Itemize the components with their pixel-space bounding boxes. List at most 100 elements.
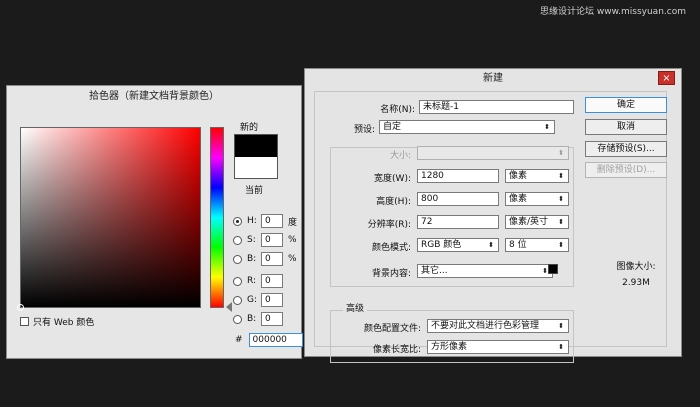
- background-color-swatch[interactable]: [548, 264, 558, 274]
- advanced-label: 高级: [343, 301, 368, 314]
- pixel-aspect-select[interactable]: 方形像素 ⬍: [427, 340, 569, 354]
- height-unit-select[interactable]: 像素 ⬍: [505, 192, 569, 206]
- background-select[interactable]: 其它... ⬍: [417, 264, 553, 278]
- blue-label: B:: [247, 314, 257, 324]
- red-label: R:: [247, 276, 257, 286]
- saturation-radio[interactable]: [233, 235, 242, 245]
- red-field-row: R: 0: [233, 274, 283, 288]
- bit-depth-value: 8 位: [509, 240, 527, 250]
- newdoc-title: 新建: [483, 73, 503, 84]
- chevron-down-icon: ⬍: [558, 195, 564, 203]
- image-size-label: 图像大小:: [616, 262, 656, 272]
- pixel-aspect-label: 像素长宽比:: [372, 345, 421, 355]
- chevron-down-icon: ⬍: [558, 149, 564, 157]
- saturation-input[interactable]: 0: [261, 233, 283, 247]
- resolution-label: 分辨率(R):: [367, 220, 411, 230]
- name-label: 名称(N):: [380, 105, 415, 115]
- current-color-label: 当前: [245, 186, 264, 196]
- image-size-group: 大小: ⬍ 宽度(W): 1280 像素 ⬍ 高度(H): 800 像素 ⬍ 分…: [330, 146, 574, 287]
- web-colors-option[interactable]: 只有 Web 颜色: [20, 315, 94, 328]
- height-input[interactable]: 800: [417, 192, 499, 206]
- hue-unit: 度: [288, 217, 298, 228]
- brightness-field-row: B: 0 %: [233, 252, 297, 266]
- green-radio[interactable]: [233, 295, 242, 305]
- color-picker-dialog: 拾色器（新建文档背景颜色） 只有 Web 颜色 新的 当前 H: 0 度 S: …: [6, 85, 303, 359]
- saturation-label: S:: [247, 235, 256, 245]
- chevron-down-icon: ⬍: [558, 172, 564, 180]
- background-label: 背景内容:: [371, 269, 411, 279]
- saturation-unit: %: [288, 235, 297, 245]
- web-colors-label: 只有 Web 颜色: [33, 318, 95, 328]
- image-size-value: 2.93M: [622, 278, 650, 288]
- red-input[interactable]: 0: [261, 274, 283, 288]
- color-swatch: [234, 134, 278, 179]
- color-mode-label: 颜色模式:: [371, 243, 411, 253]
- brightness-radio[interactable]: [233, 254, 242, 264]
- new-color-label: 新的: [240, 123, 259, 133]
- save-preset-button[interactable]: 存储预设(S)...: [585, 141, 667, 157]
- chevron-down-icon: ⬍: [544, 123, 550, 131]
- chevron-down-icon: ⬍: [558, 322, 564, 330]
- width-unit-value: 像素: [509, 171, 528, 181]
- preset-value: 自定: [383, 122, 402, 132]
- current-color-preview[interactable]: [235, 156, 277, 178]
- preset-select[interactable]: 自定 ⬍: [379, 120, 555, 134]
- background-value: 其它...: [421, 266, 448, 276]
- green-label: G:: [247, 295, 258, 305]
- color-selector-marker[interactable]: [17, 304, 24, 311]
- image-size-info: 图像大小: 2.93M: [601, 259, 671, 288]
- brightness-unit: %: [288, 254, 297, 264]
- chevron-down-icon: ⬍: [558, 241, 564, 249]
- hue-radio[interactable]: [233, 216, 242, 226]
- brightness-input[interactable]: 0: [261, 252, 283, 266]
- saturation-field-row: S: 0 %: [233, 233, 297, 247]
- new-document-dialog: 新建 × 名称(N): 未标题-1 预设: 自定 ⬍ 大小: ⬍ 宽度(W): …: [304, 68, 682, 363]
- width-unit-select[interactable]: 像素 ⬍: [505, 169, 569, 183]
- new-color-preview: [235, 135, 277, 157]
- chevron-down-icon: ⬍: [558, 343, 564, 351]
- chevron-down-icon: ⬍: [488, 241, 494, 249]
- color-mode-select[interactable]: RGB 颜色 ⬍: [417, 238, 499, 252]
- ok-button[interactable]: 确定: [585, 97, 667, 113]
- blue-input[interactable]: 0: [261, 312, 283, 326]
- cancel-button[interactable]: 取消: [585, 119, 667, 135]
- width-label: 宽度(W):: [374, 174, 411, 184]
- green-field-row: G: 0: [233, 293, 283, 307]
- bit-depth-select[interactable]: 8 位 ⬍: [505, 238, 569, 252]
- resolution-unit-value: 像素/英寸: [509, 217, 549, 227]
- size-select: ⬍: [417, 146, 569, 160]
- web-colors-checkbox[interactable]: [20, 317, 29, 326]
- green-input[interactable]: 0: [261, 293, 283, 307]
- hue-slider-handle[interactable]: [226, 302, 232, 312]
- color-profile-value: 不要对此文档进行色彩管理: [431, 321, 540, 331]
- close-icon[interactable]: ×: [658, 71, 675, 85]
- height-label: 高度(H):: [376, 197, 411, 207]
- name-input[interactable]: 未标题-1: [419, 100, 574, 114]
- height-unit-value: 像素: [509, 194, 528, 204]
- chevron-down-icon: ⬍: [558, 218, 564, 226]
- color-mode-value: RGB 颜色: [421, 240, 462, 250]
- blue-radio[interactable]: [233, 314, 242, 324]
- size-label: 大小:: [389, 151, 411, 161]
- color-profile-label: 颜色配置文件:: [363, 324, 421, 334]
- watermark-text: 思缘设计论坛 www.missyuan.com: [540, 7, 686, 17]
- hue-input[interactable]: 0: [261, 214, 283, 228]
- hue-label: H:: [247, 216, 257, 226]
- red-radio[interactable]: [233, 276, 242, 286]
- hex-label: #: [235, 335, 243, 345]
- delete-preset-button: 删除预设(D)...: [585, 162, 667, 178]
- advanced-group: 高级 颜色配置文件: 不要对此文档进行色彩管理 ⬍ 像素长宽比: 方形像素 ⬍: [330, 301, 574, 363]
- pixel-aspect-value: 方形像素: [431, 342, 468, 352]
- hue-field-row: H: 0 度: [233, 214, 297, 228]
- hex-field-row: # 000000: [235, 333, 303, 347]
- width-input[interactable]: 1280: [417, 169, 499, 183]
- brightness-label: B:: [247, 254, 257, 264]
- preset-label: 预设:: [353, 125, 375, 135]
- resolution-unit-select[interactable]: 像素/英寸 ⬍: [505, 215, 569, 229]
- saturation-brightness-field[interactable]: [17, 127, 201, 311]
- picker-title: 拾色器（新建文档背景颜色）: [89, 91, 219, 102]
- hex-input[interactable]: 000000: [248, 333, 303, 347]
- resolution-input[interactable]: 72: [417, 215, 499, 229]
- color-profile-select[interactable]: 不要对此文档进行色彩管理 ⬍: [427, 319, 569, 333]
- hue-slider[interactable]: [210, 127, 224, 308]
